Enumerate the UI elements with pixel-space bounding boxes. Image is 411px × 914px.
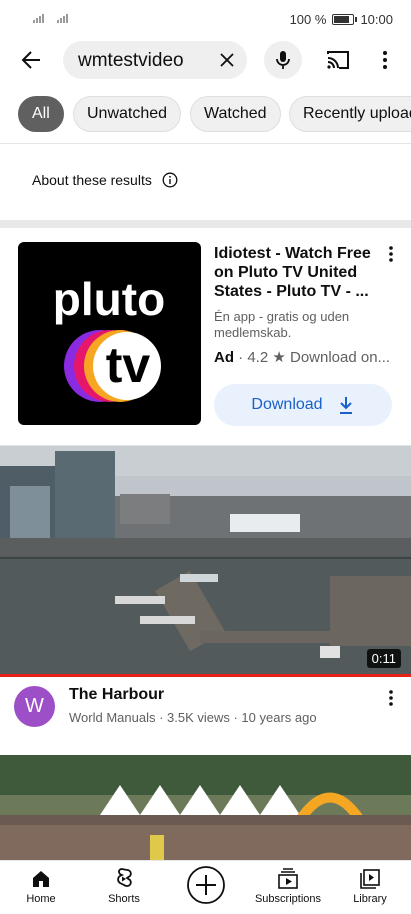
video-more-vert-icon[interactable]	[384, 688, 398, 708]
video-thumbnail-2[interactable]	[0, 755, 411, 860]
video-duration: 0:11	[366, 649, 401, 668]
nav-subscriptions-label: Subscriptions	[254, 893, 322, 905]
logo-text-top: pluto	[53, 273, 165, 325]
back-arrow-icon[interactable]	[18, 46, 46, 74]
nav-subscriptions[interactable]: Subscriptions	[248, 867, 328, 905]
search-query: wmtestvideo	[78, 50, 184, 71]
filter-chips: All Unwatched Watched Recently uploaded	[0, 96, 411, 132]
divider	[0, 143, 411, 144]
chip-unwatched[interactable]: Unwatched	[73, 96, 182, 132]
signal-icon	[33, 14, 44, 23]
download-icon	[339, 397, 352, 414]
chip-watched[interactable]: Watched	[190, 96, 281, 132]
logo-text-bottom: tv	[106, 337, 151, 393]
subscriptions-icon	[278, 868, 298, 889]
shorts-icon	[117, 868, 132, 887]
section-separator	[0, 220, 411, 228]
ad-meta: Ad · 4.2 ★ Download on...	[214, 349, 391, 366]
bottom-navigation: Home Shorts Subscriptions Library	[0, 860, 411, 914]
search-header: wmtestvideo	[0, 38, 411, 82]
signal-icon-2	[57, 14, 68, 23]
nav-home[interactable]: Home	[1, 867, 81, 905]
harbour-image	[0, 446, 411, 674]
chip-all[interactable]: All	[18, 96, 64, 132]
nav-create[interactable]	[166, 865, 246, 907]
clock: 10:00	[360, 12, 393, 27]
nav-shorts-label: Shorts	[108, 893, 140, 905]
nav-library[interactable]: Library	[330, 867, 410, 905]
download-button[interactable]: Download	[214, 384, 392, 426]
microphone-icon[interactable]	[264, 41, 302, 79]
video-thumbnail[interactable]: 0:11	[0, 446, 411, 674]
add-circle-icon	[187, 866, 225, 904]
status-bar: 100 % 10:00	[0, 0, 411, 40]
video-meta: World Manuals · 3.5K views · 10 years ag…	[69, 710, 317, 725]
crowd-event-image	[0, 755, 411, 860]
home-icon	[33, 871, 49, 887]
nav-home-label: Home	[26, 893, 56, 905]
ad-badge: Ad	[214, 349, 234, 366]
about-results-label: About these results	[32, 172, 152, 188]
ad-meta-suffix: Download on...	[290, 349, 391, 366]
search-input[interactable]: wmtestvideo	[63, 41, 247, 79]
close-icon[interactable]	[217, 50, 237, 70]
cast-icon[interactable]	[324, 48, 352, 72]
about-results-link[interactable]: About these results	[32, 172, 178, 188]
chip-recently-uploaded[interactable]: Recently uploaded	[289, 96, 411, 132]
star-icon: ★	[272, 349, 286, 366]
battery-icon	[332, 14, 358, 25]
ad-description: Én app - gratis og uden medlemskab.	[214, 309, 350, 340]
nav-library-label: Library	[353, 893, 387, 905]
channel-avatar[interactable]: W	[14, 686, 55, 727]
ad-title[interactable]: Idiotest - Watch Free on Pluto TV United…	[214, 244, 376, 301]
video-title[interactable]: The Harbour	[69, 686, 164, 704]
battery-percent: 100 %	[289, 12, 327, 27]
ad-more-vert-icon[interactable]	[384, 244, 398, 264]
more-vert-icon[interactable]	[374, 48, 396, 72]
ad-thumbnail[interactable]: pluto tv	[18, 242, 201, 425]
library-icon	[360, 869, 380, 889]
ad-rating: 4.2	[247, 349, 269, 366]
nav-shorts[interactable]: Shorts	[84, 867, 164, 905]
pluto-tv-logo: pluto tv	[53, 273, 165, 402]
info-icon	[162, 172, 178, 188]
download-label: Download	[251, 396, 323, 413]
watch-progress-bar	[0, 674, 411, 677]
